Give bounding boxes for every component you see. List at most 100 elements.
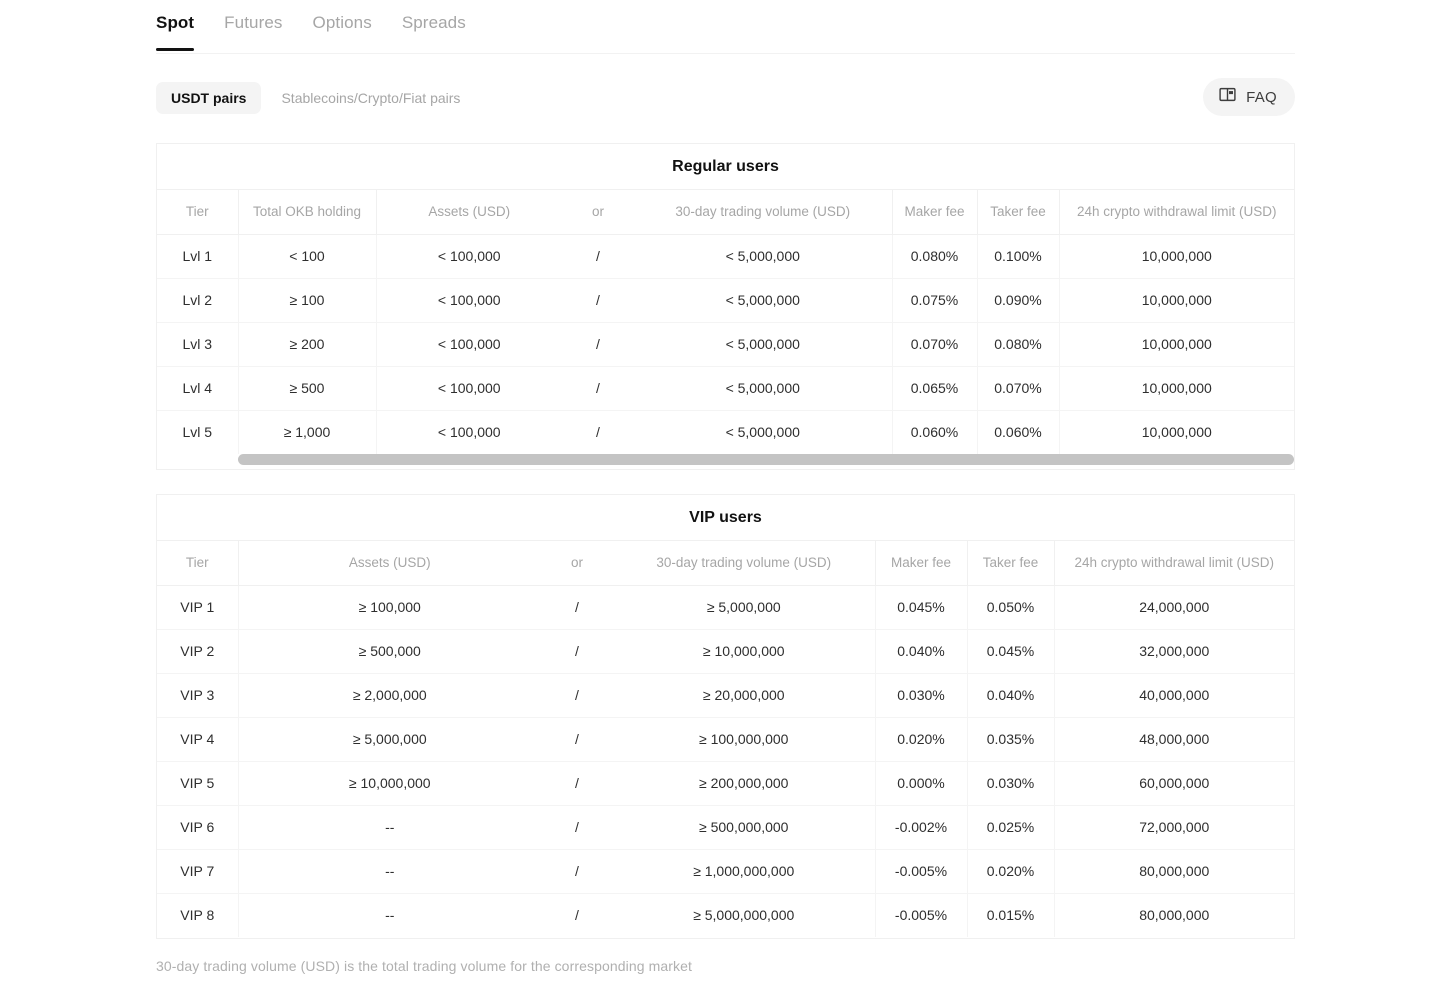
cell-tier: Lvl 4	[157, 366, 238, 410]
cell-30day-volume: < 5,000,000	[634, 278, 892, 322]
cell-total-okb-holding: < 100	[238, 234, 376, 278]
cell-30day-volume: < 5,000,000	[634, 366, 892, 410]
cell-taker-fee: 0.015%	[967, 893, 1054, 937]
cell-24h-withdrawal-limit: 10,000,000	[1059, 322, 1294, 366]
cell-assets-usd: < 100,000	[376, 234, 562, 278]
cell-24h-withdrawal-limit: 40,000,000	[1054, 673, 1294, 717]
cell-assets-usd: ≥ 500,000	[238, 629, 541, 673]
cell-tier: VIP 8	[157, 893, 238, 937]
cell-tier: VIP 6	[157, 805, 238, 849]
cell-taker-fee: 0.025%	[967, 805, 1054, 849]
col-total-okb-holding: Total OKB holding	[238, 190, 376, 234]
cell-or: /	[541, 805, 613, 849]
filter-stablecoins-crypto-fiat-pairs[interactable]: Stablecoins/Crypto/Fiat pairs	[269, 82, 472, 114]
col-taker-fee: Taker fee	[967, 541, 1054, 585]
faq-button[interactable]: FAQ	[1203, 78, 1295, 116]
cell-maker-fee: -0.005%	[875, 893, 967, 937]
regular-users-table-scroll-area[interactable]: Tier Total OKB holding Assets (USD) or 3…	[157, 190, 1294, 454]
col-assets-usd: Assets (USD)	[376, 190, 562, 234]
cell-24h-withdrawal-limit: 48,000,000	[1054, 717, 1294, 761]
cell-30day-volume: < 5,000,000	[634, 410, 892, 454]
tab-spreads-label: Spreads	[402, 13, 466, 32]
cell-tier: Lvl 5	[157, 410, 238, 454]
cell-24h-withdrawal-limit: 80,000,000	[1054, 849, 1294, 893]
cell-taker-fee: 0.030%	[967, 761, 1054, 805]
cell-or: /	[541, 717, 613, 761]
cell-tier: VIP 2	[157, 629, 238, 673]
table-header-row: Tier Total OKB holding Assets (USD) or 3…	[157, 190, 1294, 234]
table-row: VIP 4≥ 5,000,000/≥ 100,000,0000.020%0.03…	[157, 717, 1294, 761]
cell-or: /	[562, 322, 634, 366]
cell-or: /	[541, 849, 613, 893]
cell-or: /	[541, 893, 613, 937]
cell-tier: VIP 7	[157, 849, 238, 893]
book-icon	[1218, 85, 1237, 109]
regular-users-title: Regular users	[157, 144, 1294, 190]
cell-total-okb-holding: ≥ 100	[238, 278, 376, 322]
regular-users-table-card: Regular users Tier Total OKB holding Ass…	[156, 143, 1295, 470]
col-taker-fee: Taker fee	[977, 190, 1059, 234]
cell-30day-volume: ≥ 20,000,000	[613, 673, 875, 717]
col-maker-fee: Maker fee	[892, 190, 977, 234]
tab-options[interactable]: Options	[313, 12, 372, 50]
cell-assets-usd: --	[238, 849, 541, 893]
cell-maker-fee: 0.060%	[892, 410, 977, 454]
tab-futures[interactable]: Futures	[224, 12, 282, 50]
cell-maker-fee: 0.040%	[875, 629, 967, 673]
cell-or: /	[562, 410, 634, 454]
col-assets-usd: Assets (USD)	[238, 541, 541, 585]
table-row: Lvl 5≥ 1,000< 100,000/< 5,000,0000.060%0…	[157, 410, 1294, 454]
cell-maker-fee: 0.070%	[892, 322, 977, 366]
table-row: VIP 7--/≥ 1,000,000,000-0.005%0.020%80,0…	[157, 849, 1294, 893]
vip-users-table: Tier Assets (USD) or 30-day trading volu…	[157, 541, 1294, 937]
cell-or: /	[541, 761, 613, 805]
cell-taker-fee: 0.035%	[967, 717, 1054, 761]
table-row: Lvl 2≥ 100< 100,000/< 5,000,0000.075%0.0…	[157, 278, 1294, 322]
faq-button-label: FAQ	[1246, 89, 1277, 106]
table-row: VIP 6--/≥ 500,000,000-0.002%0.025%72,000…	[157, 805, 1294, 849]
tab-spreads[interactable]: Spreads	[402, 12, 466, 50]
fee-schedule-page: Spot Futures Options Spreads USDT pairs …	[0, 0, 1450, 1000]
cell-maker-fee: 0.065%	[892, 366, 977, 410]
cell-30day-volume: ≥ 500,000,000	[613, 805, 875, 849]
cell-or: /	[541, 585, 613, 629]
cell-24h-withdrawal-limit: 24,000,000	[1054, 585, 1294, 629]
regular-users-horizontal-scrollbar[interactable]	[238, 454, 1294, 465]
cell-maker-fee: 0.020%	[875, 717, 967, 761]
scrollbar-thumb[interactable]	[238, 454, 1294, 465]
cell-24h-withdrawal-limit: 32,000,000	[1054, 629, 1294, 673]
cell-maker-fee: -0.005%	[875, 849, 967, 893]
cell-30day-volume: ≥ 10,000,000	[613, 629, 875, 673]
filter-usdt-pairs-label: USDT pairs	[171, 90, 246, 106]
table-row: Lvl 1< 100< 100,000/< 5,000,0000.080%0.1…	[157, 234, 1294, 278]
cell-maker-fee: 0.075%	[892, 278, 977, 322]
cell-assets-usd: ≥ 10,000,000	[238, 761, 541, 805]
cell-or: /	[562, 278, 634, 322]
cell-taker-fee: 0.040%	[967, 673, 1054, 717]
col-or: or	[541, 541, 613, 585]
table-header-row: Tier Assets (USD) or 30-day trading volu…	[157, 541, 1294, 585]
tab-spot[interactable]: Spot	[156, 12, 194, 50]
cell-30day-volume: < 5,000,000	[634, 322, 892, 366]
cell-assets-usd: --	[238, 805, 541, 849]
vip-users-table-scroll-area[interactable]: Tier Assets (USD) or 30-day trading volu…	[157, 541, 1294, 937]
cell-total-okb-holding: ≥ 200	[238, 322, 376, 366]
col-or: or	[562, 190, 634, 234]
filter-usdt-pairs[interactable]: USDT pairs	[156, 82, 261, 114]
cell-assets-usd: --	[238, 893, 541, 937]
table-row: Lvl 4≥ 500< 100,000/< 5,000,0000.065%0.0…	[157, 366, 1294, 410]
cell-maker-fee: -0.002%	[875, 805, 967, 849]
cell-taker-fee: 0.060%	[977, 410, 1059, 454]
table-row: Lvl 3≥ 200< 100,000/< 5,000,0000.070%0.0…	[157, 322, 1294, 366]
cell-maker-fee: 0.080%	[892, 234, 977, 278]
filter-stablecoins-crypto-fiat-pairs-label: Stablecoins/Crypto/Fiat pairs	[281, 90, 460, 106]
cell-taker-fee: 0.070%	[977, 366, 1059, 410]
vip-users-title: VIP users	[157, 495, 1294, 541]
vip-users-table-head: Tier Assets (USD) or 30-day trading volu…	[157, 541, 1294, 585]
regular-users-table-body: Lvl 1< 100< 100,000/< 5,000,0000.080%0.1…	[157, 234, 1294, 454]
pair-filter-row: USDT pairs Stablecoins/Crypto/Fiat pairs…	[156, 80, 1295, 116]
tab-options-label: Options	[313, 13, 372, 32]
cell-assets-usd: < 100,000	[376, 322, 562, 366]
market-type-tabs: Spot Futures Options Spreads	[156, 12, 1295, 54]
cell-30day-volume: < 5,000,000	[634, 234, 892, 278]
